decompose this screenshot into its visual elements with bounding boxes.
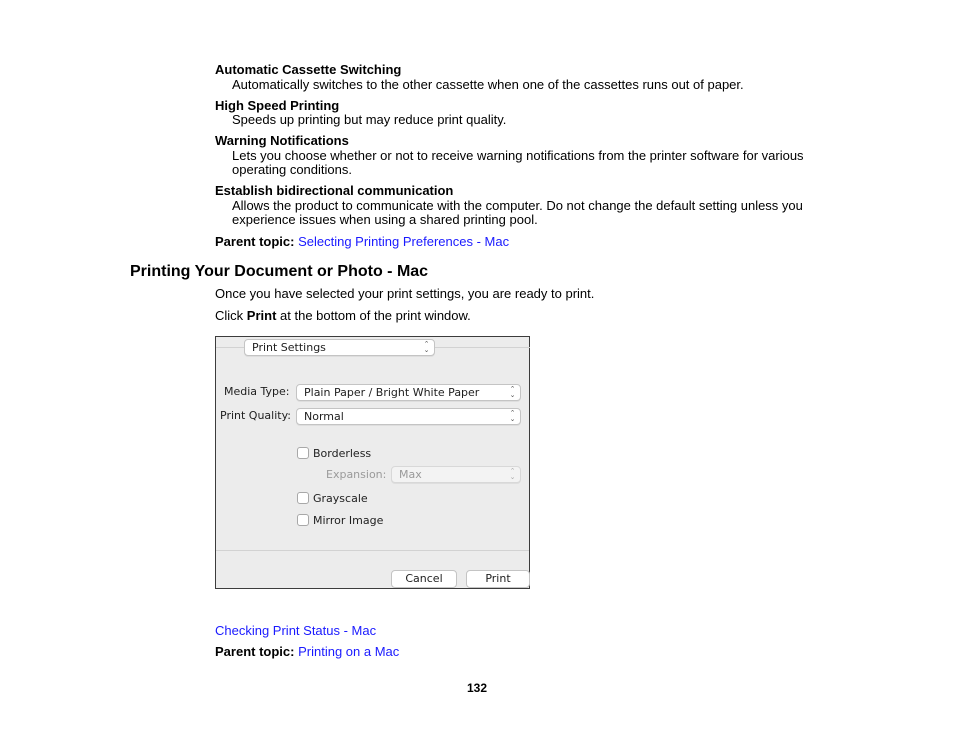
section-heading: Printing Your Document or Photo - Mac xyxy=(130,263,429,280)
updown-arrows-icon: ⌃ ⌄ xyxy=(509,409,516,423)
term-automatic-cassette-switching: Automatic Cassette Switching xyxy=(215,62,402,77)
expansion-value: Max xyxy=(399,468,422,481)
updown-arrows-icon: ⌃ ⌄ xyxy=(509,385,516,399)
borderless-label: Borderless xyxy=(313,447,372,460)
mirror-image-label: Mirror Image xyxy=(313,514,384,527)
cancel-button[interactable]: Cancel xyxy=(391,570,457,588)
parent-topic-label: Parent topic: xyxy=(215,234,295,249)
intro-text: Once you have selected your print settin… xyxy=(215,286,595,301)
print-button[interactable]: Print xyxy=(466,570,530,588)
grayscale-label: Grayscale xyxy=(313,492,368,505)
updown-arrows-icon: ⌃ ⌄ xyxy=(423,340,430,354)
print-dialog: Print Settings ⌃ ⌄ Media Type: Plain Pape… xyxy=(215,336,530,589)
step-text: Click Print at the bottom of the print w… xyxy=(215,308,471,323)
step-suffix: at the bottom of the print window. xyxy=(276,308,471,323)
divider-left xyxy=(216,347,244,348)
desc-warning-notifications: Lets you choose whether or not to receiv… xyxy=(232,148,804,177)
term-warning-notifications: Warning Notifications xyxy=(215,133,349,148)
step-bold: Print xyxy=(246,308,277,323)
parent-topic-link[interactable]: Selecting Printing Preferences - Mac xyxy=(298,234,509,249)
parent-topic-1: Parent topic: Selecting Printing Prefere… xyxy=(215,234,509,249)
step-prefix: Click xyxy=(215,308,247,323)
parent-topic-2: Parent topic: Printing on a Mac xyxy=(215,644,399,659)
desc-automatic-cassette-switching: Automatically switches to the other cass… xyxy=(232,77,744,92)
term-bidirectional-communication: Establish bidirectional communication xyxy=(215,183,454,198)
desc-high-speed-printing: Speeds up printing but may reduce print … xyxy=(232,112,507,127)
print-quality-label: Print Quality: xyxy=(220,409,292,422)
parent-topic-link[interactable]: Printing on a Mac xyxy=(298,644,399,659)
desc-bidirectional-communication: Allows the product to communicate with t… xyxy=(232,198,803,227)
updown-arrows-icon: ⌃ ⌄ xyxy=(509,467,516,481)
related-link-check-status[interactable]: Checking Print Status - Mac xyxy=(215,623,376,638)
print-quality-value: Normal xyxy=(304,410,344,423)
expansion-label: Expansion: xyxy=(326,468,387,481)
print-quality-select[interactable]: Normal ⌃ ⌄ xyxy=(296,408,521,425)
media-type-select[interactable]: Plain Paper / Bright White Paper ⌃ ⌄ xyxy=(296,384,521,401)
page-number: 132 xyxy=(466,681,488,695)
borderless-checkbox[interactable] xyxy=(297,447,309,459)
panel-select-value: Print Settings xyxy=(252,341,326,354)
mirror-image-checkbox[interactable] xyxy=(297,514,309,526)
footer-divider xyxy=(216,550,529,551)
parent-topic-label: Parent topic: xyxy=(215,644,295,659)
term-high-speed-printing: High Speed Printing xyxy=(215,98,340,113)
media-type-value: Plain Paper / Bright White Paper xyxy=(304,386,480,399)
expansion-select[interactable]: Max ⌃ ⌄ xyxy=(391,466,521,483)
media-type-label: Media Type: xyxy=(224,385,290,398)
panel-select[interactable]: Print Settings ⌃ ⌄ xyxy=(244,339,435,356)
grayscale-checkbox[interactable] xyxy=(297,492,309,504)
divider-right xyxy=(435,347,530,348)
